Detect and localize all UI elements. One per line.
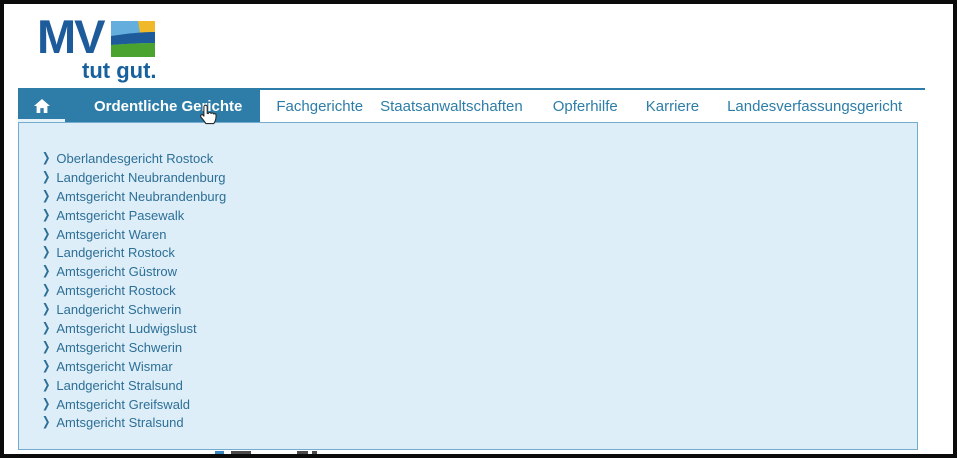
court-link-label: Amtsgericht Waren — [56, 226, 167, 242]
chevron-right-icon: ❯ — [42, 227, 51, 241]
chevron-right-icon: ❯ — [42, 208, 51, 222]
clipped-text-fragment — [312, 451, 317, 454]
logo-row: MV — [37, 10, 257, 63]
clipped-text-fragment — [297, 451, 308, 454]
nav-item-landesverfassungsgericht[interactable]: Landesverfassungsgericht — [727, 98, 902, 115]
court-link-label: Landgericht Stralsund — [56, 377, 183, 393]
logo-text: MV — [37, 10, 105, 63]
court-link[interactable]: ❯ Amtsgericht Greifswald — [42, 395, 917, 414]
court-link[interactable]: ❯ Amtsgericht Schwerin — [42, 338, 917, 357]
nav-item-staatsanwaltschaften[interactable]: Staatsanwaltschaften — [380, 98, 523, 115]
chevron-right-icon: ❯ — [42, 283, 51, 298]
chevron-right-icon: ❯ — [42, 246, 51, 260]
clipped-text-fragment — [231, 451, 251, 454]
court-link[interactable]: ❯ Amtsgericht Wismar — [42, 357, 917, 376]
chevron-right-icon: ❯ — [42, 359, 51, 374]
court-link[interactable]: ❯ Amtsgericht Pasewalk — [42, 206, 917, 225]
chevron-right-icon: ❯ — [42, 264, 51, 279]
nav-item-karriere[interactable]: Karriere — [646, 98, 699, 115]
court-link-label: Landgericht Neubrandenburg — [56, 169, 226, 185]
browser-screenshot-frame: MV tut gut. Ordentliche Gerichte Fachger… — [0, 0, 957, 458]
court-link-label: Amtsgericht Güstrow — [56, 264, 178, 280]
chevron-right-icon: ❯ — [42, 416, 51, 430]
logo-tagline: tut gut. — [82, 58, 157, 83]
nav-item-ordentliche-gerichte[interactable]: Ordentliche Gerichte — [66, 98, 246, 115]
court-link-label: Amtsgericht Pasewalk — [56, 207, 185, 223]
court-link[interactable]: ❯ Landgericht Schwerin — [42, 300, 917, 319]
nav-item-opferhilfe[interactable]: Opferhilfe — [553, 98, 618, 115]
clipped-bottom-content — [215, 451, 317, 454]
court-link[interactable]: ❯ Landgericht Stralsund — [42, 376, 917, 395]
court-link[interactable]: ❯ Landgericht Neubrandenburg — [42, 168, 917, 187]
home-icon — [34, 99, 50, 113]
court-link-label: Amtsgericht Rostock — [56, 283, 176, 299]
court-link-label: Amtsgericht Wismar — [56, 358, 173, 374]
court-link-label: Amtsgericht Neubrandenburg — [56, 188, 227, 204]
court-link[interactable]: ❯ Amtsgericht Rostock — [42, 281, 917, 300]
court-link[interactable]: ❯ Amtsgericht Ludwigslust — [42, 319, 917, 338]
court-link-label: Landgericht Rostock — [56, 245, 175, 261]
court-link[interactable]: ❯ Amtsgericht Güstrow — [42, 262, 917, 281]
page: MV tut gut. Ordentliche Gerichte Fachger… — [4, 4, 953, 454]
court-link-label: Amtsgericht Schwerin — [56, 339, 183, 355]
court-link-label: Oberlandesgericht Rostock — [56, 150, 214, 166]
chevron-right-icon: ❯ — [42, 189, 51, 204]
site-logo[interactable]: MV tut gut. — [37, 10, 257, 88]
chevron-right-icon: ❯ — [42, 340, 51, 355]
courts-dropdown-panel: ❯ Oberlandesgericht Rostock ❯ Landgerich… — [18, 122, 918, 450]
mv-flag-icon — [110, 21, 155, 57]
clipped-blue-icon — [215, 451, 224, 454]
court-link-label: Landgericht Schwerin — [56, 302, 182, 318]
chevron-right-icon: ❯ — [42, 151, 51, 166]
chevron-right-icon: ❯ — [42, 321, 51, 336]
court-link[interactable]: ❯ Landgericht Rostock — [42, 243, 917, 262]
court-link[interactable]: ❯ Amtsgericht Neubrandenburg — [42, 187, 917, 206]
court-link[interactable]: ❯ Amtsgericht Stralsund — [42, 413, 917, 432]
chevron-right-icon: ❯ — [42, 378, 51, 392]
chevron-right-icon: ❯ — [42, 397, 51, 411]
nav-item-fachgerichte[interactable]: Fachgerichte — [276, 98, 363, 115]
court-link[interactable]: ❯ Oberlandesgericht Rostock — [42, 149, 917, 168]
court-link[interactable]: ❯ Amtsgericht Waren — [42, 225, 917, 244]
nav-active-group: Ordentliche Gerichte — [18, 90, 261, 122]
chevron-right-icon: ❯ — [42, 302, 51, 317]
home-button[interactable] — [18, 90, 66, 122]
chevron-right-icon: ❯ — [42, 170, 51, 185]
court-link-label: Amtsgericht Ludwigslust — [56, 320, 197, 336]
main-navigation: Ordentliche Gerichte Fachgerichte Staats… — [18, 88, 925, 122]
court-link-label: Amtsgericht Greifswald — [56, 396, 191, 412]
court-link-label: Amtsgericht Stralsund — [56, 415, 184, 431]
